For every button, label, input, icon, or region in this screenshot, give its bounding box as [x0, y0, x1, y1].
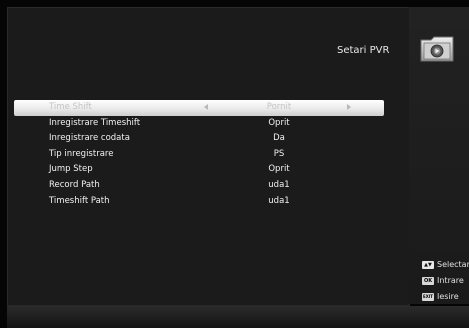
menu-item-label: Inregistrare codata — [49, 133, 130, 144]
menu-item-value: PS — [273, 148, 285, 159]
help-select: ▲▼Selectare — [422, 260, 469, 272]
left-arrow-icon[interactable] — [204, 104, 208, 110]
menu-item-timeshift-path[interactable]: Timeshift Path uda1 — [14, 194, 384, 210]
page-title: Setari PVR — [337, 45, 390, 56]
settings-menu: Time Shift Pornit Inregistrare Timeshift… — [14, 100, 384, 209]
menu-item-value: uda1 — [268, 195, 290, 206]
menu-item-label: Record Path — [49, 179, 100, 190]
menu-item-label: Inregistrare Timeshift — [49, 117, 141, 128]
title-notch — [398, 39, 408, 61]
media-folder-icon — [420, 36, 454, 62]
menu-item-jump-step[interactable]: Jump Step Oprit — [14, 162, 384, 178]
menu-item-tip-inregistrare[interactable]: Tip inregistrare PS — [14, 147, 384, 163]
ok-key-icon: OK — [422, 276, 434, 285]
menu-item-value: Pornit — [266, 102, 292, 112]
menu-item-label: Jump Step — [49, 164, 93, 175]
help-enter: OK Intrare — [422, 276, 469, 288]
menu-item-value: Oprit — [268, 164, 290, 175]
menu-item-label: Tip inregistrare — [49, 148, 114, 159]
exit-key-icon: EXIT — [422, 292, 434, 301]
help-exit: EXIT Iesire — [422, 292, 469, 304]
help-exit-label: Iesire — [437, 292, 459, 301]
menu-item-label: Timeshift Path — [49, 195, 110, 206]
menu-item-inregistrare-codata[interactable]: Inregistrare codata Da — [14, 131, 384, 147]
up-down-key-icon: ▲▼ — [422, 260, 434, 269]
menu-item-label: Time Shift — [49, 102, 92, 112]
bottom-bar — [7, 306, 469, 328]
help-select-label: Selectare — [437, 260, 469, 269]
right-arrow-icon[interactable] — [347, 104, 351, 110]
help-enter-label: Intrare — [437, 276, 464, 285]
pvr-settings-screen: Setari PVR Time Shift Pornit Inregistrar… — [0, 0, 469, 328]
menu-item-value: Da — [273, 133, 285, 144]
menu-item-inregistrare-timeshift[interactable]: Inregistrare Timeshift Oprit — [14, 116, 384, 132]
menu-item-record-path[interactable]: Record Path uda1 — [14, 178, 384, 194]
menu-item-value: Oprit — [268, 117, 290, 128]
menu-item-time-shift[interactable]: Time Shift Pornit — [14, 100, 384, 116]
menu-item-value: uda1 — [268, 179, 290, 190]
